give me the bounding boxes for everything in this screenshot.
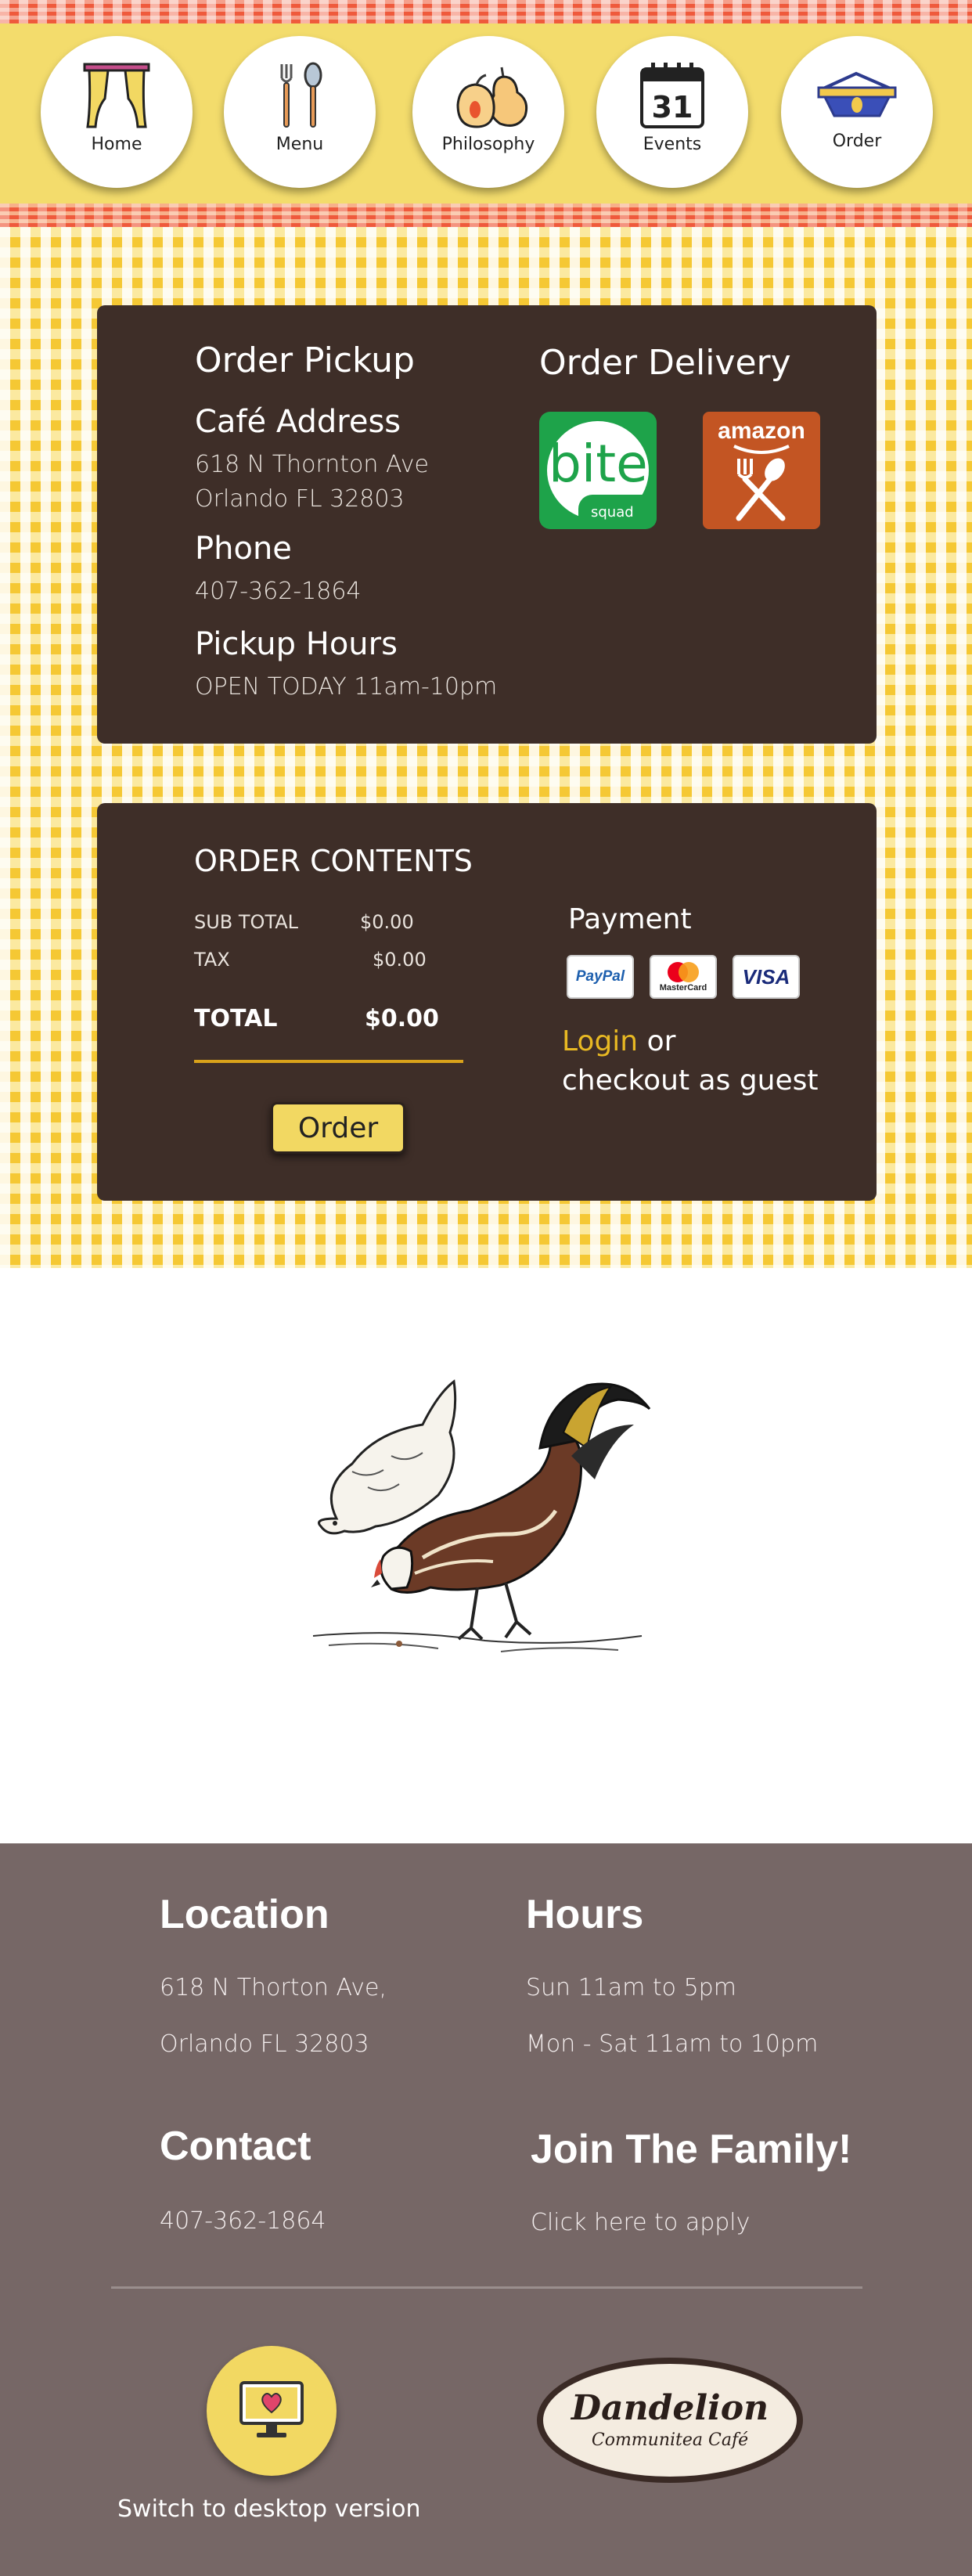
nav-order-button[interactable]: Order — [781, 36, 933, 188]
subtotal-label: SUB TOTAL — [194, 911, 299, 933]
payment-title: Payment — [568, 903, 692, 935]
footer-hours-heading: Hours — [526, 1892, 644, 1937]
footer-family-heading: Join The Family! — [531, 2127, 852, 2172]
nav-menu-label: Menu — [275, 135, 324, 154]
curtain-icon — [83, 63, 150, 128]
visa-card: VISA — [733, 955, 800, 999]
delivery-title: Order Delivery — [539, 343, 791, 383]
guest-checkout-link[interactable]: checkout as guest — [562, 1065, 818, 1097]
footer-hours-line1: Sun 11am to 5pm — [526, 1974, 736, 2001]
login-link[interactable]: Login — [562, 1025, 638, 1057]
nav-events-label: Events — [643, 135, 702, 154]
desktop-monitor-icon — [239, 2381, 304, 2437]
total-label: TOTAL — [194, 1005, 278, 1032]
footer-apply-link[interactable]: Click here to apply — [531, 2209, 750, 2236]
decorative-stripe — [0, 204, 972, 227]
tax-value: $0.00 — [373, 949, 427, 971]
nav-order-label: Order — [832, 132, 882, 151]
order-contents-card: ORDER CONTENTS SUB TOTAL $0.00 TAX $0.00… — [97, 803, 877, 1201]
address-line1: 618 N Thornton Ave — [195, 451, 429, 478]
amazon-restaurants-logo[interactable]: amazon — [703, 412, 820, 529]
footer-contact-heading: Contact — [160, 2124, 311, 2169]
pickup-delivery-card: Order Pickup Café Address 618 N Thornton… — [97, 305, 877, 744]
nav-menu-button[interactable]: Menu — [224, 36, 376, 188]
basket-icon — [817, 71, 897, 117]
total-value: $0.00 — [365, 1005, 439, 1032]
decorative-stripe — [0, 0, 972, 23]
order-button[interactable]: Order — [271, 1102, 405, 1154]
login-line: Login or — [562, 1025, 675, 1057]
calendar-icon: 31 — [640, 63, 704, 128]
nav-events-button[interactable]: 31 Events — [596, 36, 748, 188]
pear-icon — [456, 67, 528, 128]
mastercard-card: MasterCard — [650, 955, 717, 999]
tax-label: TAX — [194, 949, 230, 971]
bite-logo-sub: squad — [591, 504, 634, 521]
nav-philosophy-button[interactable]: Philosophy — [412, 36, 564, 188]
nav-home-button[interactable]: Home — [41, 36, 193, 188]
footer-hours-line2: Mon - Sat 11am to 10pm — [526, 2030, 819, 2058]
site-footer — [0, 1843, 972, 2576]
logo-subtitle: Communitea Café — [591, 2430, 749, 2450]
bite-logo-text: bite — [549, 434, 648, 494]
paypal-label: PayPal — [575, 968, 625, 985]
logo-title: Dandelion — [571, 2387, 769, 2428]
mastercard-icon — [668, 962, 699, 982]
footer-location-heading: Location — [160, 1892, 329, 1937]
footer-location-line1: 618 N Thorton Ave, — [160, 1974, 387, 2001]
phone-heading: Phone — [195, 531, 292, 567]
mastercard-label: MasterCard — [659, 983, 707, 993]
paypal-card: PayPal — [567, 955, 634, 999]
order-contents-title: ORDER CONTENTS — [194, 844, 473, 878]
nav-philosophy-label: Philosophy — [441, 135, 535, 154]
desktop-switch-label[interactable]: Switch to desktop version — [117, 2495, 420, 2523]
total-underline — [194, 1060, 463, 1063]
dandelion-logo[interactable]: Dandelion Communitea Café — [537, 2358, 803, 2483]
login-suffix: or — [638, 1025, 676, 1057]
footer-location-line2: Orlando FL 32803 — [160, 2030, 369, 2058]
footer-contact-phone[interactable]: 407-362-1864 — [160, 2207, 326, 2235]
address-heading: Café Address — [195, 404, 401, 440]
phone-number[interactable]: 407-362-1864 — [195, 578, 362, 605]
fork-knife-icon — [733, 445, 790, 521]
amazon-logo-text: amazon — [718, 418, 805, 444]
pickup-hours: OPEN TODAY 11am-10pm — [195, 673, 498, 701]
calendar-day-text: 31 — [652, 90, 693, 124]
visa-label: VISA — [742, 964, 790, 989]
footer-divider — [111, 2286, 862, 2289]
desktop-switch-button[interactable] — [207, 2346, 337, 2476]
pickup-title: Order Pickup — [195, 340, 415, 380]
bite-squad-logo[interactable]: bite squad — [539, 412, 657, 529]
pickup-hours-heading: Pickup Hours — [195, 626, 398, 662]
nav-home-label: Home — [91, 135, 142, 154]
address-line2: Orlando FL 32803 — [195, 485, 405, 513]
fork-spoon-icon — [280, 62, 322, 128]
top-nav: Home Menu Philosophy 31 Events Order — [0, 0, 972, 227]
hens-illustration — [312, 1379, 651, 1652]
subtotal-value: $0.00 — [360, 911, 414, 933]
